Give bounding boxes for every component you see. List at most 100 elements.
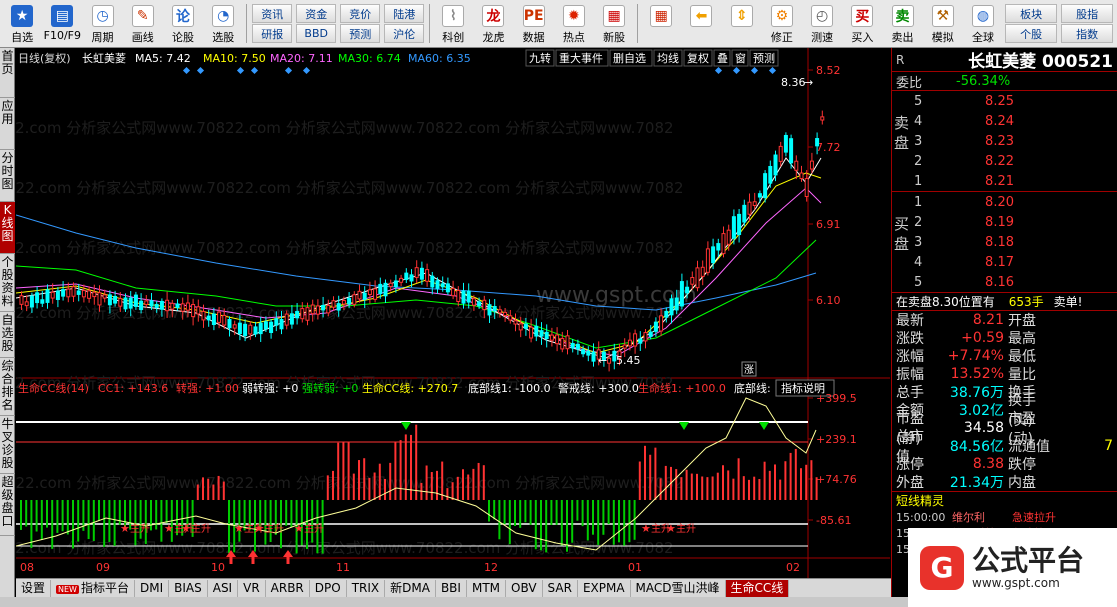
toolbar-mini-button[interactable]: 股指 xyxy=(1061,4,1114,23)
toolbar-mini-button[interactable]: 竞价 xyxy=(340,4,381,23)
fix-button[interactable]: ⚙ 修正 xyxy=(762,2,802,46)
chart-tool-6[interactable]: 窗 xyxy=(735,51,746,65)
pe-button[interactable]: PE 数据 xyxy=(514,2,554,46)
leftnav-item[interactable]: 首页 xyxy=(0,48,15,98)
sprite-title[interactable]: 短线精灵 xyxy=(892,491,1117,509)
candle-body xyxy=(191,304,196,318)
chart-tool-7[interactable]: 预测 xyxy=(753,52,775,65)
chart-tool-1[interactable]: 重大事件 xyxy=(559,51,603,65)
indicator-tab[interactable]: MACD雪山洪峰 xyxy=(631,579,726,597)
cc-histogram-bar xyxy=(384,478,386,500)
candle-body xyxy=(586,350,591,356)
leftnav-item[interactable]: 应用 xyxy=(0,98,15,150)
candle-body xyxy=(289,313,294,325)
hot-button[interactable]: ✹ 热点 xyxy=(554,2,594,46)
cc-histogram-bar xyxy=(592,500,594,535)
signal-star-icon: ★ xyxy=(294,522,304,535)
chart-tool-5[interactable]: 叠 xyxy=(717,52,728,65)
indicator-tab[interactable]: 设置 xyxy=(16,579,52,597)
cc-histogram-bar xyxy=(399,440,402,500)
indicator-tab[interactable]: 生命CC线 xyxy=(725,579,790,597)
toolbar-mini-button[interactable]: 指数 xyxy=(1061,24,1114,43)
candle-body xyxy=(128,297,133,309)
candle-body xyxy=(139,300,144,311)
cc-histogram-bar xyxy=(482,465,485,500)
f10-button[interactable]: ▤ F10/F9 xyxy=(42,2,82,46)
ind-label: -85.61 xyxy=(816,514,851,527)
indicator-tab[interactable]: 新DMA xyxy=(385,579,436,597)
price-label: 7.72 xyxy=(816,141,841,154)
sprite-row[interactable]: 15:00:00 维尔利 急速拉升 xyxy=(892,509,1117,525)
indicator-tab[interactable]: VR xyxy=(238,579,266,597)
leftnav-item[interactable]: 综合排名 xyxy=(0,358,15,416)
candle-body xyxy=(544,331,549,340)
leftnav-item[interactable]: K线图 xyxy=(0,202,15,254)
indicator-tab[interactable]: MTM xyxy=(467,579,507,597)
up-down-button[interactable]: ⇕ xyxy=(722,2,762,46)
indicator-tab[interactable]: TRIX xyxy=(347,579,386,597)
toolbar-mini-button[interactable]: 沪伦 xyxy=(384,24,425,43)
buy-arrow-stem xyxy=(229,557,233,564)
leftnav-item[interactable]: 自选股 xyxy=(0,312,15,358)
pen-button[interactable]: ✎ 画线 xyxy=(123,2,163,46)
indicator-tab[interactable]: SAR xyxy=(543,579,578,597)
toolbar-mini-button[interactable]: 个股 xyxy=(1005,24,1058,43)
chart-tool-3[interactable]: 均线 xyxy=(657,51,679,65)
candle-body xyxy=(466,290,471,303)
kechuang-button[interactable]: ⌇ 科创 xyxy=(433,2,473,46)
indicator-tab[interactable]: ARBR xyxy=(266,579,310,597)
stat-value: +7.74% xyxy=(947,348,1004,364)
speed-button[interactable]: ◴ 测速 xyxy=(802,2,842,46)
leftnav-item[interactable]: 牛叉诊股 xyxy=(0,416,15,474)
cc-histogram-bar xyxy=(753,476,756,500)
leftnav-item[interactable]: 超级盘口 xyxy=(0,474,15,536)
indicator-tab[interactable]: NEW 指标平台 xyxy=(51,579,135,597)
indicator-tab[interactable]: BBI xyxy=(436,579,467,597)
clock-button[interactable]: ◷ 周期 xyxy=(82,2,122,46)
newstock-button[interactable]: ▦ 新股 xyxy=(594,2,634,46)
toolbar-mini-button[interactable]: 资金 xyxy=(296,4,337,23)
cc-histogram-bar xyxy=(456,476,459,500)
indicator-tab[interactable]: OBV xyxy=(506,579,543,597)
chart-svg[interactable]: 日线(复权) 长虹美菱 MA5: 7.42 MA10: 7.50 MA20: 7.11 M… xyxy=(16,48,890,578)
indicator-tab[interactable]: DMI xyxy=(135,579,170,597)
toolbar-mini-button[interactable]: BBD xyxy=(296,24,337,43)
cc-histogram-bar xyxy=(503,500,506,525)
chart-tool-4[interactable]: 复权 xyxy=(687,51,709,65)
back-arrow-button[interactable]: ⬅ xyxy=(681,2,721,46)
cc-histogram-bar xyxy=(134,500,137,546)
toolbar-mini-button[interactable]: 预测 xyxy=(340,24,381,43)
hammer-button[interactable]: ⚒ 模拟 xyxy=(923,2,963,46)
cc-histogram-bar xyxy=(20,500,22,530)
toolbar-mini-button[interactable]: 资讯 xyxy=(252,4,293,23)
indicator-tab[interactable]: DPO xyxy=(310,579,347,597)
star-button[interactable]: ★ 自选 xyxy=(2,2,42,46)
indicator-tab[interactable]: EXPMA xyxy=(578,579,631,597)
buy-button[interactable]: 买买入 xyxy=(842,2,882,46)
candle-body xyxy=(341,300,346,305)
chart-select-button[interactable]: ◔ 选股 xyxy=(203,2,243,46)
leftnav-item[interactable]: 个股资料 xyxy=(0,254,15,312)
order-level: 2 8.19 xyxy=(892,212,1117,232)
chart-tool-0[interactable]: 九转 xyxy=(529,51,551,65)
chart-tool-2[interactable]: 删自选 xyxy=(613,52,646,65)
candle-body xyxy=(627,339,632,347)
dragon-button[interactable]: 龙龙虎 xyxy=(473,2,513,46)
cc-histogram-bar xyxy=(467,474,470,500)
cc-histogram-bar xyxy=(202,477,204,500)
kline-chart[interactable]: 日线(复权) 长虹美菱 MA5: 7.42 MA10: 7.50 MA20: 7.11 M… xyxy=(16,48,890,578)
indicator-tab[interactable]: ASI xyxy=(208,579,239,597)
toolbar-mini-button[interactable]: 陆港 xyxy=(384,4,425,23)
sell-button[interactable]: 卖卖出 xyxy=(882,2,922,46)
cc-histogram-bar xyxy=(680,477,683,500)
cc-histogram-bar xyxy=(155,500,158,530)
zhang-badge[interactable]: 涨 xyxy=(744,364,754,376)
grid-button[interactable]: ▦ xyxy=(641,2,681,46)
indicator-tab[interactable]: BIAS xyxy=(169,579,208,597)
toolbar-mini-button[interactable]: 板块 xyxy=(1005,4,1058,23)
globe-button[interactable]: ◍ 全球 xyxy=(963,2,1003,46)
leftnav-item[interactable]: 分时图 xyxy=(0,150,15,202)
toolbar-mini-button[interactable]: 研报 xyxy=(252,24,293,43)
candle-body xyxy=(539,330,544,337)
discuss-button[interactable]: 论论股 xyxy=(163,2,203,46)
